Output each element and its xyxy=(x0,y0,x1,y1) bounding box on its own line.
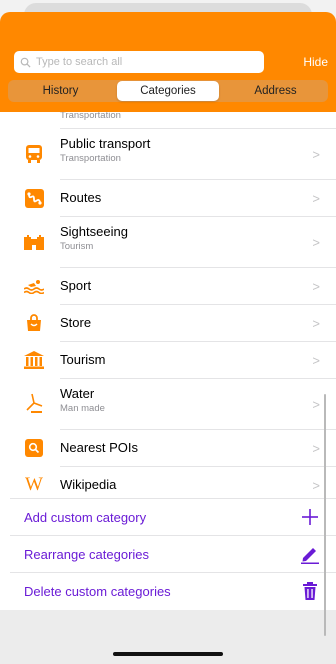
search-icon xyxy=(20,57,31,68)
category-nearest-pois[interactable]: Nearest POIs > xyxy=(0,430,336,466)
category-tourism[interactable]: Tourism > xyxy=(0,342,336,378)
home-indicator[interactable] xyxy=(113,652,223,656)
category-list: Transportation Public transport Transpor… xyxy=(0,112,336,610)
action-label: Delete custom categories xyxy=(24,584,171,599)
search-input[interactable] xyxy=(36,56,256,68)
tab-categories[interactable]: Categories xyxy=(117,81,219,101)
routes-icon xyxy=(24,188,44,208)
chevron-right-icon: > xyxy=(312,477,320,493)
list-item-title: Wikipedia xyxy=(60,477,117,492)
search-field[interactable] xyxy=(14,51,264,73)
list-item-title: Store xyxy=(60,315,92,330)
list-item-subtitle: Transportation xyxy=(60,153,121,164)
castle-icon xyxy=(24,232,44,252)
chevron-right-icon: > xyxy=(312,440,320,456)
chevron-right-icon: > xyxy=(312,352,320,368)
list-item-title: Sightseeing xyxy=(60,224,128,239)
category-routes[interactable]: Routes > xyxy=(0,180,336,216)
chevron-right-icon: > xyxy=(312,190,320,206)
category-public-transport[interactable]: Public transport Transportation > xyxy=(0,129,336,179)
tab-history[interactable]: History xyxy=(8,81,113,101)
list-item-subtitle: Tourism xyxy=(60,241,94,252)
chevron-right-icon: > xyxy=(312,396,320,412)
action-label: Rearrange categories xyxy=(24,547,150,562)
search-poi-icon xyxy=(24,438,44,458)
shopping-bag-icon xyxy=(24,313,44,333)
list-item-subtitle: Man made xyxy=(60,403,105,414)
list-item-title: Public transport xyxy=(60,136,151,151)
water-tap-icon xyxy=(24,393,44,414)
wikipedia-icon: W xyxy=(25,474,43,495)
list-item-title: Sport xyxy=(60,278,92,293)
bus-icon xyxy=(24,144,44,164)
list-item-subtitle: Transportation xyxy=(60,112,121,121)
add-custom-category-button[interactable]: Add custom category xyxy=(0,499,336,535)
chevron-right-icon: > xyxy=(312,278,320,294)
chevron-right-icon: > xyxy=(312,315,320,331)
rearrange-categories-button[interactable]: Rearrange categories xyxy=(0,536,336,572)
list-item-title: Tourism xyxy=(60,352,106,367)
list-item-title: Routes xyxy=(60,190,102,205)
scrollbar[interactable] xyxy=(323,394,326,636)
museum-icon xyxy=(24,350,44,370)
chevron-right-icon: > xyxy=(312,146,320,162)
swimmer-icon xyxy=(24,276,44,296)
action-label: Add custom category xyxy=(24,510,147,525)
category-sport[interactable]: Sport > xyxy=(0,268,336,304)
tab-address[interactable]: Address xyxy=(223,81,328,101)
trash-icon xyxy=(303,582,317,600)
list-item-title: Nearest POIs xyxy=(60,440,139,455)
hide-button[interactable]: Hide xyxy=(303,55,328,69)
category-water[interactable]: Water Man made > xyxy=(0,379,336,429)
pencil-icon xyxy=(301,548,319,564)
delete-custom-categories-button[interactable]: Delete custom categories xyxy=(0,573,336,609)
list-item-title: Water xyxy=(60,386,95,401)
category-store[interactable]: Store > xyxy=(0,305,336,341)
list-item-partial[interactable]: Transportation xyxy=(0,112,336,121)
plus-icon xyxy=(302,509,318,525)
tab-bar: History Categories Address xyxy=(8,80,328,102)
category-sightseeing[interactable]: Sightseeing Tourism > xyxy=(0,217,336,267)
chevron-right-icon: > xyxy=(312,234,320,250)
